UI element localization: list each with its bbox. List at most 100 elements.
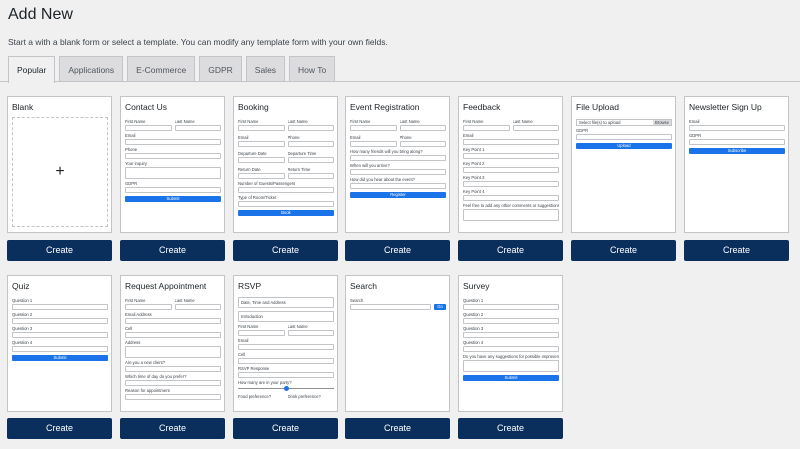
create-button-event-registration[interactable]: Create xyxy=(345,240,450,261)
field-textarea xyxy=(125,346,221,358)
template-title: Event Registration xyxy=(350,102,420,112)
tab-ecommerce[interactable]: E-Commerce xyxy=(127,56,196,82)
create-button-contact-us[interactable]: Create xyxy=(120,240,225,261)
field-label: First Name xyxy=(125,298,146,303)
form-preview: First Name Last Name Email Phone Your in… xyxy=(125,117,221,230)
blank-form-preview: + xyxy=(12,117,108,227)
field-label: Last Name xyxy=(287,119,308,124)
field-textarea xyxy=(125,167,221,179)
create-button-blank[interactable]: Create xyxy=(7,240,112,261)
form-preview: First Name Last Name Email Phone Departu… xyxy=(238,117,334,230)
field-label: Last Name xyxy=(399,119,420,124)
tab-popular[interactable]: Popular xyxy=(8,56,56,83)
preview-book-button: Book xyxy=(238,210,334,216)
preview-go-button: Go xyxy=(434,304,446,310)
tab-sales[interactable]: Sales xyxy=(245,56,286,82)
create-button-booking[interactable]: Create xyxy=(233,240,338,261)
field-input xyxy=(12,346,108,352)
field-label: Email Address xyxy=(125,312,152,317)
field-label: First Name xyxy=(350,119,371,124)
field-label: Departure Date xyxy=(238,151,267,156)
field-input xyxy=(512,125,559,131)
field-input xyxy=(350,125,397,131)
form-preview: Email GDPR Subscribe xyxy=(689,117,785,230)
field-label: Do you have any suggestions for possible… xyxy=(463,354,559,359)
template-title: File Upload xyxy=(576,102,619,112)
tabs-divider xyxy=(0,81,800,82)
field-label: Email xyxy=(125,133,136,138)
slider-thumb xyxy=(284,386,289,391)
tab-gdpr[interactable]: GDPR xyxy=(199,56,242,82)
template-card-quiz[interactable]: Quiz Question 1 Question 2 Question 3 Qu… xyxy=(7,275,112,412)
tab-applications[interactable]: Applications xyxy=(59,56,124,82)
preview-submit-button: Submit xyxy=(125,196,221,202)
field-input xyxy=(238,344,334,350)
template-card-feedback[interactable]: Feedback First Name Last Name Email Key … xyxy=(458,96,563,233)
field-label: Key Point 1 xyxy=(463,147,485,152)
template-card-booking[interactable]: Booking First Name Last Name Email Phone… xyxy=(233,96,338,233)
field-input xyxy=(463,332,559,338)
template-title: RSVP xyxy=(238,281,262,291)
field-input xyxy=(463,181,559,187)
field-input xyxy=(125,394,221,400)
create-button-rsvp[interactable]: Create xyxy=(233,418,338,439)
form-preview: First Name Last Name Email Address Cell … xyxy=(125,296,221,409)
field-input xyxy=(125,153,221,159)
field-input xyxy=(463,167,559,173)
template-card-file-upload[interactable]: File Upload Select file(s) to upload Bro… xyxy=(571,96,676,233)
field-input xyxy=(238,358,334,364)
template-title: Contact Us xyxy=(125,102,168,112)
field-label: Key Point 2 xyxy=(463,161,485,166)
field-label: Which time of day do you prefer? xyxy=(125,374,187,379)
field-label: Number of Guests/Passengers xyxy=(238,181,296,186)
template-title: Feedback xyxy=(463,102,501,112)
field-input xyxy=(125,139,221,145)
field-input xyxy=(287,125,334,131)
field-input xyxy=(125,187,221,193)
form-preview: First Name Last Name Email Phone How man… xyxy=(350,117,446,230)
field-input xyxy=(238,372,334,378)
create-button-request-appointment[interactable]: Create xyxy=(120,418,225,439)
form-preview: Question 1 Question 2 Question 3 Questio… xyxy=(463,296,559,409)
field-input xyxy=(463,139,559,145)
field-label: Feel free to add any other comments or s… xyxy=(463,203,559,208)
field-label: Address xyxy=(125,340,141,345)
field-input xyxy=(174,304,221,310)
field-label: Return Date xyxy=(238,167,261,172)
template-card-survey[interactable]: Survey Question 1 Question 2 Question 3 … xyxy=(458,275,563,412)
page-subtitle: Start a with a blank form or select a te… xyxy=(8,37,388,47)
create-button-feedback[interactable]: Create xyxy=(458,240,563,261)
create-button-newsletter[interactable]: Create xyxy=(684,240,789,261)
template-card-search[interactable]: Search Search Go xyxy=(345,275,450,412)
template-card-blank[interactable]: Blank + xyxy=(7,96,112,233)
create-button-search[interactable]: Create xyxy=(345,418,450,439)
field-label: Last Name xyxy=(174,119,195,124)
template-card-newsletter[interactable]: Newsletter Sign Up Email GDPR Subscribe xyxy=(684,96,789,233)
template-title: Quiz xyxy=(12,281,30,291)
field-label: First Name xyxy=(238,119,259,124)
template-card-request-appointment[interactable]: Request Appointment First Name Last Name… xyxy=(120,275,225,412)
preview-register-button: Register xyxy=(350,192,446,198)
field-label: Cell xyxy=(238,352,246,357)
create-button-quiz[interactable]: Create xyxy=(7,418,112,439)
field-input xyxy=(125,366,221,372)
field-label: GDPR xyxy=(689,133,702,138)
template-title: Survey xyxy=(463,281,490,291)
template-card-event-registration[interactable]: Event Registration First Name Last Name … xyxy=(345,96,450,233)
template-card-contact-us[interactable]: Contact Us First Name Last Name Email Ph… xyxy=(120,96,225,233)
template-title: Search xyxy=(350,281,377,291)
field-label: Key Point 4 xyxy=(463,189,485,194)
field-label: Question 3 xyxy=(463,326,484,331)
create-button-file-upload[interactable]: Create xyxy=(571,240,676,261)
file-picker: Select file(s) to upload Browse xyxy=(576,119,672,126)
template-card-rsvp[interactable]: RSVP Date, Time and Address Introduction… xyxy=(233,275,338,412)
field-label: How many are in your party? xyxy=(238,380,292,385)
field-textarea xyxy=(463,209,559,221)
create-button-survey[interactable]: Create xyxy=(458,418,563,439)
preview-subscribe-button: Subscribe xyxy=(689,148,785,154)
field-input xyxy=(125,380,221,386)
tab-how-to[interactable]: How To xyxy=(289,56,336,82)
field-label: Question 2 xyxy=(463,312,484,317)
preview-submit-button: Submit xyxy=(12,355,108,361)
preview-submit-button: Submit xyxy=(463,375,559,381)
